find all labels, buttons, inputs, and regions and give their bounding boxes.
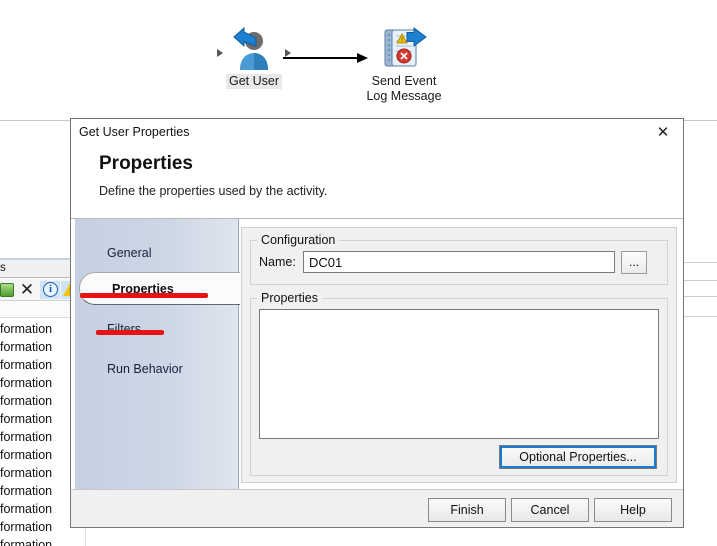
workflow-node-send-event-log-message[interactable]: ! Send Event Log Message (356, 26, 452, 104)
dialog-header: Properties Define the properties used by… (71, 147, 683, 217)
annotation-underline-properties (80, 293, 208, 298)
sidebar-item-properties[interactable]: Properties (79, 272, 240, 305)
screen-root: Get User ! Send Event Log Message s ✕ i … (0, 0, 717, 546)
sidebar-item-label: General (107, 246, 152, 260)
workflow-node-label: Get User (225, 74, 282, 89)
dialog-body: General Properties Filters Run Behavior … (71, 219, 683, 489)
sidebar-item-general[interactable]: General (75, 237, 238, 270)
tabstrip-label: s (0, 262, 6, 274)
name-input[interactable] (303, 251, 615, 273)
properties-group: Properties Optional Properties... (250, 291, 668, 476)
get-user-properties-dialog: Get User Properties ✕ Properties Define … (70, 118, 684, 528)
clear-log-icon[interactable]: ✕ (17, 281, 37, 299)
properties-listbox[interactable] (259, 309, 659, 439)
background-right-panel (684, 258, 717, 546)
svg-text:!: ! (401, 36, 404, 44)
dialog-sidebar-nav: General Properties Filters Run Behavior (75, 219, 240, 489)
dialog-title: Get User Properties (79, 125, 190, 139)
page-title: Properties (99, 153, 193, 174)
information-filter-icon[interactable]: i (40, 281, 60, 299)
annotation-underline-filters (96, 330, 164, 335)
log-row-level: formation (0, 538, 53, 546)
browse-button[interactable]: ... (621, 251, 647, 274)
finish-button[interactable]: Finish (428, 498, 506, 522)
event-log-message-icon: ! (376, 26, 432, 74)
log-row[interactable]: formation (0, 536, 717, 546)
dialog-titlebar: Get User Properties ✕ (71, 119, 683, 147)
configuration-legend: Configuration (257, 233, 340, 247)
name-label: Name: (259, 255, 296, 269)
optional-properties-button[interactable]: Optional Properties... (499, 445, 657, 469)
user-arrow-icon (226, 26, 282, 74)
sidebar-item-run-behavior[interactable]: Run Behavior (75, 353, 238, 386)
help-button[interactable]: Help (594, 498, 672, 522)
properties-pane: Configuration Name: ... Properties Optio… (241, 227, 677, 483)
export-excel-icon[interactable] (0, 283, 14, 297)
cancel-button[interactable]: Cancel (511, 498, 589, 522)
page-subtitle: Define the properties used by the activi… (99, 184, 328, 198)
dialog-footer: Finish Cancel Help (71, 489, 683, 527)
configuration-group: Configuration Name: ... (250, 233, 668, 285)
close-icon[interactable]: ✕ (643, 119, 683, 146)
sidebar-item-label: Run Behavior (107, 362, 183, 376)
connector-port-left-icon (217, 49, 223, 57)
properties-legend: Properties (257, 291, 322, 305)
workflow-node-get-user[interactable]: Get User (214, 26, 294, 89)
workflow-node-label: Send Event Log Message (366, 74, 442, 103)
